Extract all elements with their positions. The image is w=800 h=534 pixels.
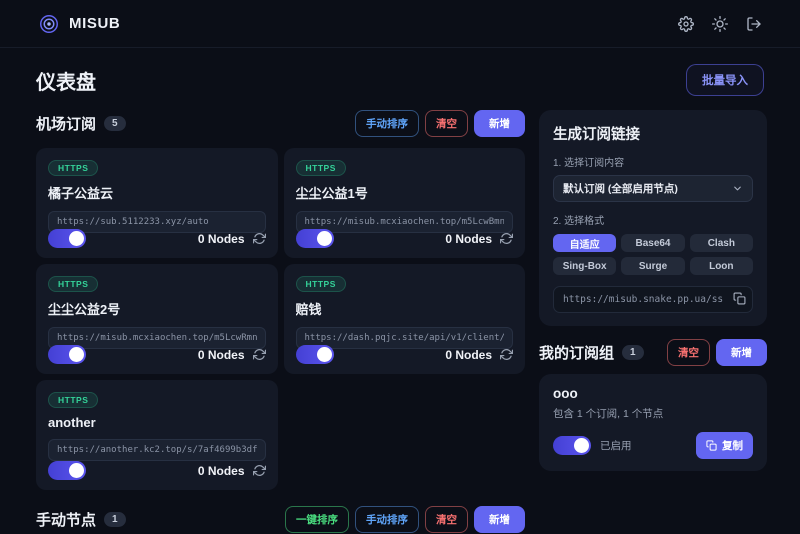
misub-logo-icon: [38, 13, 60, 35]
link-generator-panel: 生成订阅链接 1. 选择订阅内容 默认订阅 (全部启用节点) 2. 选择格式 自…: [539, 110, 767, 326]
protocol-badge: HTTPS: [48, 392, 98, 408]
format-button-singbox[interactable]: Sing-Box: [553, 257, 616, 275]
sun-icon: [712, 16, 728, 32]
refresh-icon[interactable]: [500, 348, 513, 361]
generated-link-input[interactable]: [553, 286, 753, 313]
enable-toggle[interactable]: [296, 229, 334, 248]
protocol-badge: HTTPS: [48, 160, 98, 176]
manual-nodes-title: 手动节点: [36, 509, 96, 530]
format-button-base64[interactable]: Base64: [621, 234, 684, 252]
manual-sort-button[interactable]: 手动排序: [355, 110, 419, 137]
copy-icon: [706, 440, 717, 451]
format-button-surge[interactable]: Surge: [621, 257, 684, 275]
subscription-name: 橘子公益云: [48, 183, 266, 202]
logout-button[interactable]: [746, 16, 762, 32]
logout-icon: [746, 16, 762, 32]
subscription-card: HTTPS 橘子公益云 0 Nodes: [36, 148, 278, 258]
enable-toggle[interactable]: [48, 461, 86, 480]
group-card: ooo 包含 1 个订阅, 1 个节点 已启用 复制: [539, 374, 767, 471]
refresh-icon[interactable]: [253, 464, 266, 477]
chevron-down-icon: [732, 183, 743, 194]
subscriptions-title: 机场订阅: [36, 113, 96, 134]
generator-title: 生成订阅链接: [553, 123, 753, 144]
gear-icon: [678, 16, 694, 32]
protocol-badge: HTTPS: [296, 160, 346, 176]
top-actions: [678, 16, 762, 32]
copy-link-icon[interactable]: [733, 292, 746, 305]
subscriptions-section: 机场订阅 5 手动排序 清空 新增 HTTPS 橘子公益云 0 Nodes: [36, 110, 525, 532]
node-count: 0 Nodes: [445, 232, 492, 246]
group-name: ooo: [553, 386, 753, 401]
group-enable-toggle[interactable]: [553, 436, 591, 455]
format-button-loon[interactable]: Loon: [690, 257, 753, 275]
manual-nodes-section: 手动节点 1 一键排序 手动排序 清空 新增: [36, 506, 525, 532]
manual-sort-nodes-button[interactable]: 手动排序: [355, 506, 419, 533]
manual-nodes-count-badge: 1: [104, 512, 126, 527]
brand-name: MISUB: [69, 15, 120, 32]
group-enabled-label: 已启用: [600, 438, 632, 453]
right-sidebar: 生成订阅链接 1. 选择订阅内容 默认订阅 (全部启用节点) 2. 选择格式 自…: [539, 110, 767, 471]
generator-step1-label: 1. 选择订阅内容: [553, 154, 753, 169]
groups-title: 我的订阅组: [539, 342, 614, 363]
main-content: 仪表盘 批量导入 机场订阅 5 手动排序 清空 新增 HTTPS 橘子公益云: [0, 64, 800, 532]
theme-toggle-button[interactable]: [712, 16, 728, 32]
subscriptions-count-badge: 5: [104, 116, 126, 131]
subscription-card: HTTPS another 0 Nodes: [36, 380, 278, 490]
subscription-content-select[interactable]: 默认订阅 (全部启用节点): [553, 175, 753, 202]
groups-count-badge: 1: [622, 345, 644, 360]
node-count: 0 Nodes: [198, 464, 245, 478]
clear-groups-button[interactable]: 清空: [667, 339, 710, 366]
subscription-name: another: [48, 415, 266, 430]
node-count: 0 Nodes: [445, 348, 492, 362]
generator-step2-label: 2. 选择格式: [553, 212, 753, 227]
format-button-group: 自适应 Base64 Clash Sing-Box Surge Loon: [553, 234, 753, 275]
bulk-import-button[interactable]: 批量导入: [686, 64, 764, 96]
subscription-card: HTTPS 尘尘公益1号 0 Nodes: [284, 148, 526, 258]
subscription-card: HTTPS 赔钱 0 Nodes: [284, 264, 526, 374]
format-button-adaptive[interactable]: 自适应: [553, 234, 616, 252]
copy-label: 复制: [722, 438, 743, 453]
subscription-card: HTTPS 尘尘公益2号 0 Nodes: [36, 264, 278, 374]
refresh-icon[interactable]: [253, 232, 266, 245]
copy-group-link-button[interactable]: 复制: [696, 432, 753, 459]
subscription-cards-grid: HTTPS 橘子公益云 0 Nodes HTTPS 尘尘公益1号: [36, 148, 525, 490]
subscription-name: 尘尘公益1号: [296, 183, 514, 202]
auto-sort-button[interactable]: 一键排序: [285, 506, 349, 533]
clear-subscriptions-button[interactable]: 清空: [425, 110, 468, 137]
settings-button[interactable]: [678, 16, 694, 32]
refresh-icon[interactable]: [253, 348, 266, 361]
page-title: 仪表盘: [36, 66, 96, 95]
brand-home-link[interactable]: MISUB: [38, 13, 120, 35]
clear-nodes-button[interactable]: 清空: [425, 506, 468, 533]
protocol-badge: HTTPS: [48, 276, 98, 292]
groups-section: 我的订阅组 1 清空 新增: [539, 339, 767, 365]
protocol-badge: HTTPS: [296, 276, 346, 292]
enable-toggle[interactable]: [296, 345, 334, 364]
subscription-name: 尘尘公益2号: [48, 299, 266, 318]
enable-toggle[interactable]: [48, 229, 86, 248]
enable-toggle[interactable]: [48, 345, 86, 364]
add-node-button[interactable]: 新增: [474, 506, 525, 533]
node-count: 0 Nodes: [198, 348, 245, 362]
subscription-name: 赔钱: [296, 299, 514, 318]
add-subscription-button[interactable]: 新增: [474, 110, 525, 137]
refresh-icon[interactable]: [500, 232, 513, 245]
node-count: 0 Nodes: [198, 232, 245, 246]
format-button-clash[interactable]: Clash: [690, 234, 753, 252]
add-group-button[interactable]: 新增: [716, 339, 767, 366]
select-value: 默认订阅 (全部启用节点): [563, 181, 678, 196]
group-summary: 包含 1 个订阅, 1 个节点: [553, 406, 753, 421]
top-bar: MISUB: [0, 0, 800, 48]
subscription-url-input[interactable]: [48, 439, 266, 461]
